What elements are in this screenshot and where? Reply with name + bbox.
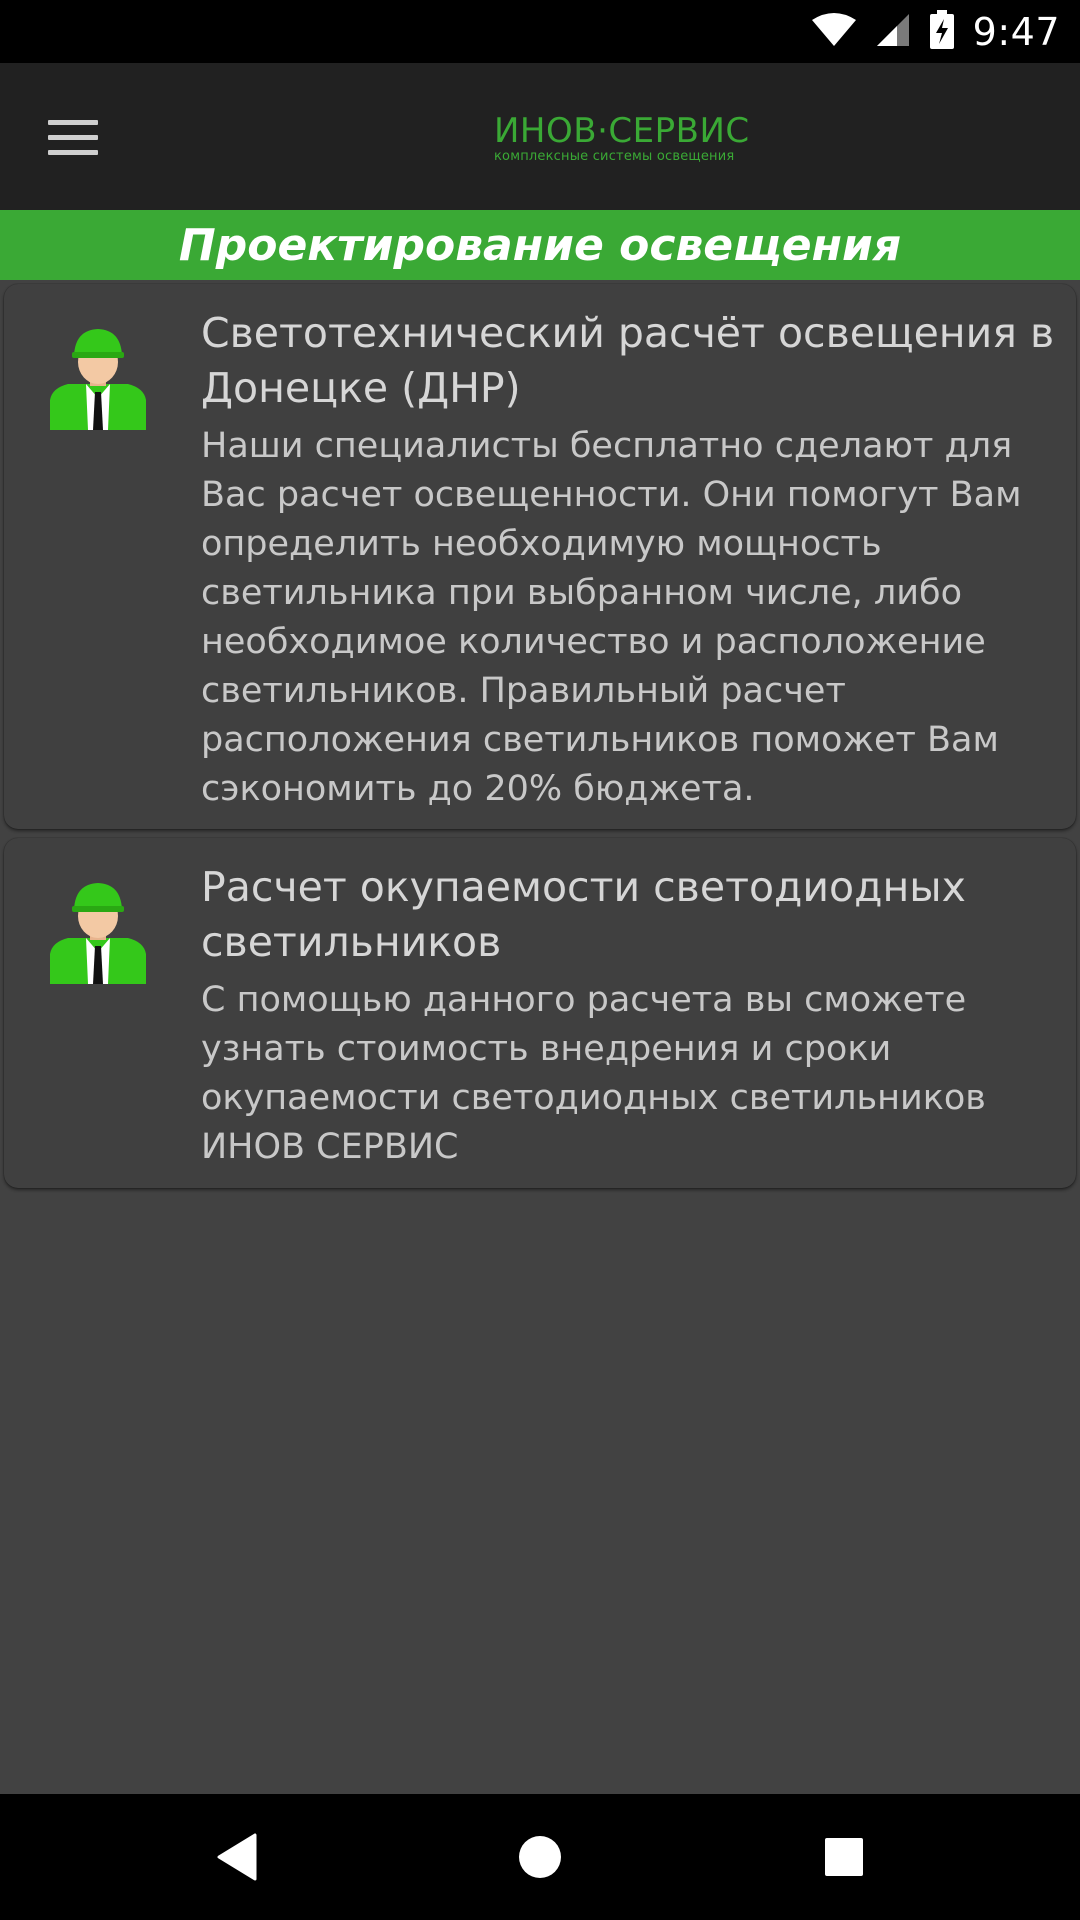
hamburger-menu-icon-bar (48, 134, 98, 140)
recents-button[interactable] (809, 1822, 879, 1892)
home-icon (519, 1836, 561, 1878)
signal-icon (875, 12, 911, 52)
card-lighting-calculation[interactable]: Светотехнический расчёт освещения в Доне… (4, 284, 1076, 829)
home-button[interactable] (505, 1822, 575, 1892)
toolbar: ИНОВ·СЕРВИС комплексные системы освещени… (0, 63, 1080, 210)
card-title: Светотехнический расчёт освещения в Доне… (201, 309, 1055, 412)
wifi-icon (811, 12, 857, 52)
card-title: Расчет окупаемости светодиодных светильн… (201, 863, 966, 966)
status-icons: 9:47 (811, 0, 1060, 63)
section-header: Проектирование освещения (0, 210, 1080, 280)
back-button[interactable] (202, 1822, 272, 1892)
hamburger-menu-icon (48, 119, 98, 125)
brand-logo: ИНОВ·СЕРВИС комплексные системы освещени… (494, 113, 784, 173)
section-title: Проектирование освещения (178, 219, 902, 271)
logo-tagline: комплексные системы освещения (494, 149, 735, 164)
logo-name: ИНОВ·СЕРВИС (494, 111, 750, 151)
card-description: С помощью данного расчета вы сможете узн… (201, 980, 986, 1167)
card-payback-calculation[interactable]: Расчет окупаемости светодиодных светильн… (4, 838, 1076, 1188)
back-icon (217, 1833, 257, 1881)
card-description: Наши специалисты бесплатно сделают для В… (201, 426, 1022, 809)
system-nav-bar (0, 1794, 1080, 1920)
engineer-avatar-icon (48, 876, 148, 984)
screen: 9:47 ИНОВ·СЕРВИС комплексные системы осв… (0, 0, 1080, 1920)
battery-charging-icon (929, 9, 955, 54)
status-bar: 9:47 (0, 0, 1080, 63)
clock-time: 9:47 (972, 9, 1060, 54)
recents-icon (825, 1838, 863, 1876)
hamburger-menu-button[interactable] (36, 105, 110, 169)
engineer-avatar-icon (48, 322, 148, 430)
hamburger-menu-icon-bar (48, 149, 98, 155)
